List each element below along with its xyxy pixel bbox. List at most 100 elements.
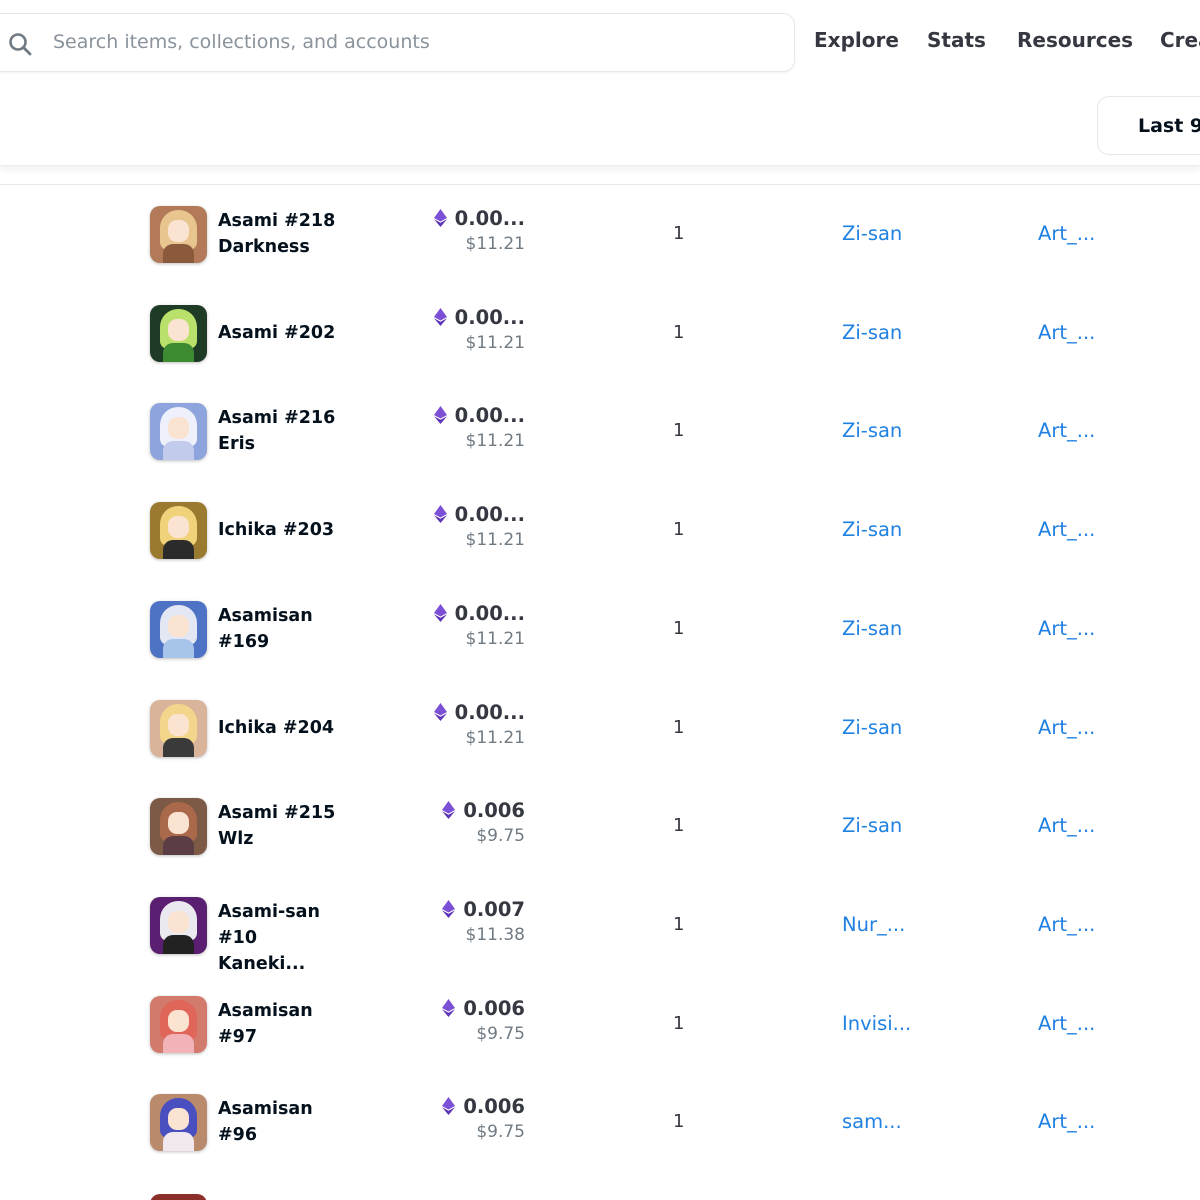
item-name[interactable]: Asami #215 Wlz: [218, 800, 348, 852]
price-usd: $9.75: [476, 1122, 525, 1143]
from-account-link[interactable]: Zi-san: [842, 716, 902, 739]
item-price: 0.007 $11.38: [442, 898, 525, 945]
from-account-link[interactable]: Zi-san: [842, 419, 902, 442]
item-thumbnail[interactable]: [150, 206, 207, 263]
ethereum-icon: [433, 505, 447, 524]
to-account-link[interactable]: Art_...: [1038, 222, 1095, 245]
ethereum-icon: [433, 702, 447, 721]
item-quantity: 1: [673, 1012, 685, 1034]
table-row[interactable]: Ichika #204 0.00... $11.21 1 Zi-san Art_...: [0, 679, 1200, 778]
from-account-link[interactable]: Nur_...: [842, 913, 905, 936]
item-price: 0.00... $11.21: [433, 503, 525, 551]
ethereum-icon: [433, 406, 447, 425]
table-row[interactable]: Asami-san #10 Kaneki... 0.007 $11.38 1 Nur_.…: [0, 876, 1200, 975]
item-quantity: 1: [673, 716, 685, 738]
price-eth: 0.006: [463, 1095, 525, 1119]
time-range-button[interactable]: Last 90 days: [1097, 96, 1200, 155]
item-quantity: 1: [673, 321, 685, 343]
item-price: 0.00... $11.21: [433, 305, 525, 353]
to-account-link[interactable]: Art_...: [1038, 419, 1095, 442]
nav-stats[interactable]: Stats: [927, 28, 986, 52]
to-account-link[interactable]: Art_...: [1038, 518, 1095, 541]
from-account-link[interactable]: Zi-san: [842, 814, 902, 837]
from-account-link[interactable]: Zi-san: [842, 222, 902, 245]
item-thumbnail[interactable]: [150, 502, 207, 560]
item-quantity: 1: [673, 420, 685, 442]
item-quantity: 1: [673, 913, 685, 935]
item-name[interactable]: Asamisan #97: [218, 998, 348, 1050]
item-price: 0.00... $11.21: [433, 207, 525, 254]
price-usd: $11.21: [465, 628, 525, 649]
item-name[interactable]: Asami #216 Eris: [218, 405, 348, 457]
from-account-link[interactable]: Zi-san: [842, 518, 902, 541]
from-account-link[interactable]: Zi-san: [842, 617, 902, 640]
item-price: 0.00... $11.21: [433, 700, 525, 748]
to-account-link[interactable]: Art_...: [1038, 814, 1095, 837]
nav-resources[interactable]: Resources: [1017, 28, 1133, 52]
item-name[interactable]: Asami #202: [218, 320, 348, 346]
table-row[interactable]: Asamisan #97 0.006 $9.75 1 Invisi... Art_...: [0, 975, 1200, 1074]
search-box[interactable]: [0, 13, 795, 72]
table-row[interactable]: Asamisan #96 0.006 $9.75 1 sam... Art_...: [0, 1073, 1200, 1172]
item-price: 0.00... $11.21: [433, 601, 525, 649]
to-account-link[interactable]: Art_...: [1038, 913, 1095, 936]
table-row[interactable]: Ichika #203 0.00... $11.21 1 Zi-san Art_...: [0, 481, 1200, 580]
table-row[interactable]: Asamisan #169 0.00... $11.21 1 Zi-san Art_...: [0, 580, 1200, 679]
ethereum-icon: [433, 307, 447, 326]
filter-bar: Last 90 days: [0, 84, 1200, 166]
to-account-link[interactable]: Art_...: [1038, 1012, 1095, 1035]
to-account-link[interactable]: Art_...: [1038, 1110, 1095, 1133]
to-account-link[interactable]: Art_...: [1038, 617, 1095, 640]
from-account-link[interactable]: Invisi...: [842, 1012, 911, 1035]
search-icon: [7, 31, 33, 57]
price-usd: $11.21: [465, 332, 525, 353]
table-row[interactable]: Asami #215 Wlz 0.006 $9.75 1 Zi-san Art_...: [0, 777, 1200, 876]
item-thumbnail[interactable]: [150, 798, 207, 856]
price-eth: 0.006: [463, 799, 525, 823]
item-thumbnail[interactable]: [150, 699, 207, 757]
item-thumbnail[interactable]: [150, 1094, 207, 1152]
ethereum-icon: [433, 209, 447, 227]
price-eth: 0.00...: [454, 404, 525, 428]
price-eth: 0.00...: [454, 503, 525, 527]
price-usd: $11.21: [465, 234, 525, 254]
item-quantity: 1: [673, 815, 685, 837]
item-thumbnail[interactable]: [150, 304, 207, 362]
partial-row-thumbnail: [150, 1194, 207, 1200]
search-input[interactable]: [53, 26, 753, 58]
price-eth: 0.007: [463, 897, 525, 921]
item-thumbnail[interactable]: [150, 995, 207, 1053]
nav-create[interactable]: Create: [1160, 28, 1200, 52]
item-price: 0.006 $9.75: [442, 799, 525, 846]
item-price: 0.00... $11.21: [433, 404, 525, 452]
ethereum-icon: [442, 998, 456, 1017]
from-account-link[interactable]: sam...: [842, 1110, 902, 1133]
table-row[interactable]: Asami #216 Eris 0.00... $11.21 1 Zi-san Art_.…: [0, 382, 1200, 481]
nav-explore[interactable]: Explore: [814, 28, 899, 52]
table-row[interactable]: Asami #202 0.00... $11.21 1 Zi-san Art_...: [0, 284, 1200, 383]
item-name[interactable]: Asamisan #96: [218, 1096, 348, 1148]
item-name[interactable]: Ichika #203: [218, 517, 348, 543]
item-thumbnail[interactable]: [150, 896, 207, 954]
item-name[interactable]: Ichika #204: [218, 715, 348, 741]
item-thumbnail[interactable]: [150, 403, 207, 461]
price-usd: $11.21: [465, 530, 525, 551]
price-eth: 0.00...: [454, 305, 525, 329]
price-usd: $11.21: [465, 431, 525, 452]
ethereum-icon: [442, 1097, 456, 1116]
item-quantity: 1: [673, 223, 685, 244]
price-usd: $9.75: [476, 1023, 525, 1044]
item-name[interactable]: Asami-san #10 Kaneki...: [218, 899, 348, 977]
item-thumbnail[interactable]: [150, 600, 207, 658]
to-account-link[interactable]: Art_...: [1038, 716, 1095, 739]
item-name[interactable]: Asamisan #169: [218, 603, 348, 655]
table-row[interactable]: Asami #218 Darkness 0.00... $11.21 1 Zi-san A…: [0, 185, 1200, 284]
price-eth: 0.00...: [454, 700, 525, 724]
from-account-link[interactable]: Zi-san: [842, 321, 902, 344]
price-eth: 0.00...: [454, 601, 525, 625]
ethereum-icon: [433, 603, 447, 622]
item-name[interactable]: Asami #218 Darkness: [218, 208, 348, 260]
item-quantity: 1: [673, 1111, 685, 1133]
item-price: 0.006 $9.75: [442, 997, 525, 1044]
to-account-link[interactable]: Art_...: [1038, 321, 1095, 344]
